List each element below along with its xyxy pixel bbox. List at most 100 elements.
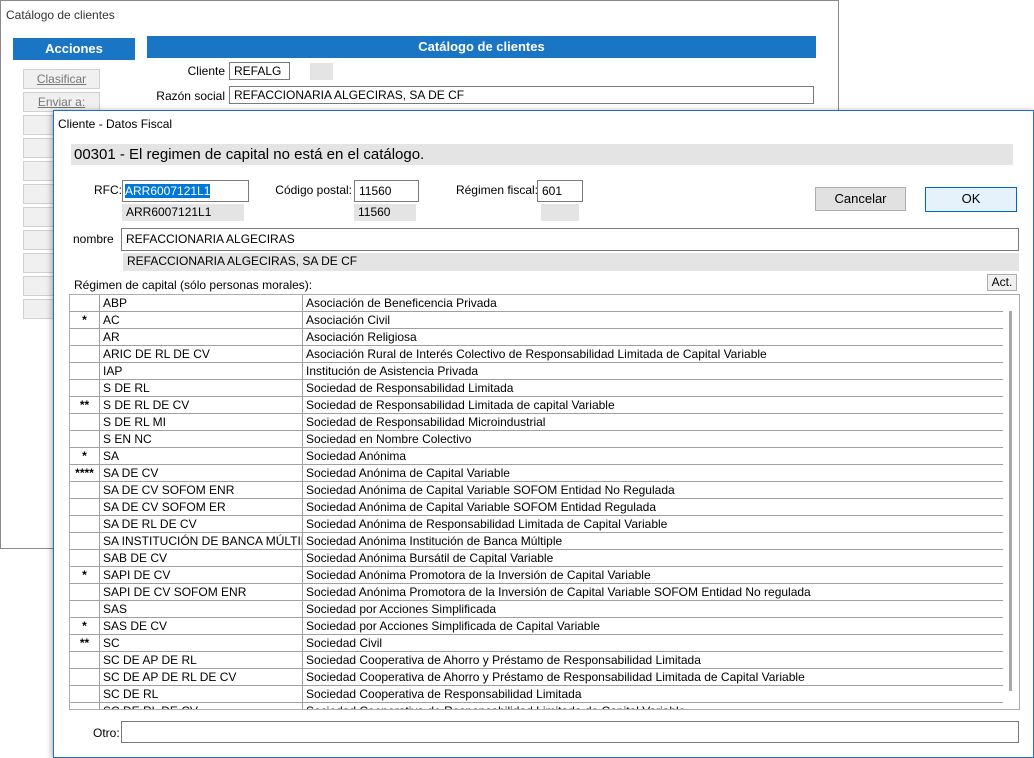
cancel-button[interactable]: Cancelar: [815, 187, 906, 211]
description-cell: Sociedad Anónima Bursátil de Capital Var…: [306, 551, 554, 565]
code-cell: SC: [100, 635, 303, 651]
table-row[interactable]: ARIC DE RL DE CV Asociación Rural de Inte…: [70, 346, 1004, 363]
table-row[interactable]: SA INSTITUCIÓN DE BANCA MÚLTIPLE Sociedad…: [70, 533, 1004, 550]
rfc-input[interactable]: ARR6007121L1: [122, 180, 249, 202]
regimen-fiscal-hint: [541, 204, 579, 221]
side-action-button[interactable]: Clasificar: [23, 69, 100, 89]
mark-cell: *: [70, 618, 100, 634]
code-cell: S DE RL MI: [100, 414, 303, 430]
mark-cell: [70, 295, 100, 311]
mark-cell: [70, 601, 100, 617]
mark-cell: [70, 652, 100, 668]
mark-cell: [70, 414, 100, 430]
description-cell: Institución de Asistencia Privada: [306, 364, 479, 378]
rfc-hint: ARR6007121L1: [122, 204, 244, 221]
table-row[interactable]: SAS Sociedad por Acciones Simplificada: [70, 601, 1004, 618]
description-cell: Sociedad de Responsabilidad Limitada de …: [306, 398, 615, 412]
code-cell: AC: [100, 312, 303, 328]
mark-cell: [70, 346, 100, 362]
mark-cell: [70, 363, 100, 379]
table-row[interactable]: SA DE RL DE CV Sociedad Anónima de Respon…: [70, 516, 1004, 533]
table-row[interactable]: IAP Institución de Asistencia Privada: [70, 363, 1004, 380]
table-row[interactable]: * SA Sociedad Anónima: [70, 448, 1004, 465]
table-row[interactable]: S EN NC Sociedad en Nombre Colectivo: [70, 431, 1004, 448]
otro-label: Otro:: [93, 726, 120, 740]
description-cell: Sociedad de Responsabilidad Microindustr…: [306, 415, 546, 429]
table-row[interactable]: SAB DE CV Sociedad Anónima Bursátil de Ca…: [70, 550, 1004, 567]
regimen-capital-label: Régimen de capital (sólo personas morale…: [74, 278, 313, 292]
table-row[interactable]: SC DE RL Sociedad Cooperativa de Responsa…: [70, 686, 1004, 703]
mark-cell: [70, 482, 100, 498]
description-cell: Sociedad Anónima: [306, 449, 407, 463]
description-cell: Sociedad Anónima de Capital Variable: [306, 466, 510, 480]
error-message: 00301 - El regimen de capital no está en…: [71, 144, 1013, 165]
code-cell: IAP: [100, 363, 303, 379]
table-scrollbar[interactable]: [1003, 295, 1019, 709]
nombre-hint: REFACCIONARIA ALGECIRAS, SA DE CF: [123, 253, 1019, 271]
razon-social-input[interactable]: REFACCIONARIA ALGECIRAS, SA DE CF: [229, 86, 814, 104]
mark-cell: *: [70, 567, 100, 583]
table-row[interactable]: SC DE AP DE RL DE CV Sociedad Cooperativa…: [70, 669, 1004, 686]
table-row[interactable]: AR Asociación Religiosa: [70, 329, 1004, 346]
actions-header: Acciones: [13, 38, 135, 60]
description-cell: Sociedad Anónima Institución de Banca Mú…: [306, 534, 563, 548]
act-button[interactable]: Act.: [987, 274, 1017, 291]
description-cell: Sociedad Anónima Promotora de la Inversi…: [306, 568, 651, 582]
table-row[interactable]: SAPI DE CV SOFOM ENR Sociedad Anónima Pro…: [70, 584, 1004, 601]
description-cell: Sociedad Anónima de Capital Variable SOF…: [306, 500, 656, 514]
table-row[interactable]: * SAPI DE CV Sociedad Anónima Promotora de…: [70, 567, 1004, 584]
razon-social-label: Razón social: [156, 89, 225, 103]
code-cell: ABP: [100, 295, 303, 311]
code-cell: SC DE RL DE CV: [100, 703, 303, 709]
cliente-input[interactable]: REFALG: [229, 62, 290, 80]
otro-input[interactable]: [121, 721, 1019, 743]
code-cell: SA DE RL DE CV: [100, 516, 303, 532]
main-header: Catálogo de clientes: [147, 36, 816, 58]
rfc-selected-text: ARR6007121L1: [125, 184, 211, 198]
mark-cell: **: [70, 397, 100, 413]
table-row[interactable]: ** S DE RL DE CV Sociedad de Responsabilid…: [70, 397, 1004, 414]
table-row[interactable]: * SAS DE CV Sociedad por Acciones Simplifi…: [70, 618, 1004, 635]
table-row[interactable]: ABP Asociación de Beneficencia Privada: [70, 295, 1004, 312]
table-row[interactable]: * AC Asociación Civil: [70, 312, 1004, 329]
code-cell: SA DE CV: [100, 465, 303, 481]
table-row[interactable]: **** SA DE CV Sociedad Anónima de Capital …: [70, 465, 1004, 482]
description-cell: Asociación de Beneficencia Privada: [306, 296, 497, 310]
code-cell: AR: [100, 329, 303, 345]
mark-cell: [70, 516, 100, 532]
codigo-postal-input[interactable]: 11560: [354, 180, 419, 202]
table-row[interactable]: ** SC Sociedad Civil: [70, 635, 1004, 652]
code-cell: SAPI DE CV: [100, 567, 303, 583]
table-row[interactable]: SC DE RL DE CVSociedad Cooperativa de Re…: [70, 703, 1004, 709]
code-cell: SC DE AP DE RL DE CV: [100, 669, 303, 685]
code-cell: S DE RL: [100, 380, 303, 396]
table-row[interactable]: S DE RL MI Sociedad de Responsabilidad Mi…: [70, 414, 1004, 431]
ok-button[interactable]: OK: [925, 187, 1017, 212]
nombre-input[interactable]: REFACCIONARIA ALGECIRAS: [121, 228, 1019, 251]
rfc-label: RFC:: [94, 183, 122, 197]
code-cell: ARIC DE RL DE CV: [100, 346, 303, 362]
table-row[interactable]: SA DE CV SOFOM ER Sociedad Anónima de Cap…: [70, 499, 1004, 516]
code-cell: SC DE RL: [100, 686, 303, 702]
table-row[interactable]: S DE RL Sociedad de Responsabilidad Limit…: [70, 380, 1004, 397]
regimen-fiscal-label: Régimen fiscal:: [455, 183, 538, 197]
window-title: Catálogo de clientes: [6, 8, 115, 22]
code-cell: SA: [100, 448, 303, 464]
scrollbar-thumb[interactable]: [1009, 311, 1012, 691]
table-row[interactable]: SA DE CV SOFOM ENR Sociedad Anónima de Ca…: [70, 482, 1004, 499]
table-row[interactable]: SC DE AP DE RL Sociedad Cooperativa de Ah…: [70, 652, 1004, 669]
code-cell: SA INSTITUCIÓN DE BANCA MÚLTIPLE: [100, 533, 303, 549]
description-cell: Sociedad Cooperativa de Responsabilidad …: [303, 703, 1004, 709]
datos-fiscal-dialog: Cliente - Datos Fiscal 00301 - El regime…: [53, 110, 1034, 758]
mark-cell: [70, 533, 100, 549]
mark-cell: [70, 499, 100, 515]
description-cell: Sociedad Cooperativa de Ahorro y Préstam…: [306, 653, 701, 667]
regimen-fiscal-input[interactable]: 601: [537, 180, 583, 202]
code-cell: SAPI DE CV SOFOM ENR: [100, 584, 303, 600]
cliente-lookup-button[interactable]: [310, 63, 333, 80]
mark-cell: [70, 686, 100, 702]
description-cell: Sociedad Cooperativa de Responsabilidad …: [306, 687, 582, 701]
regimen-capital-table: ABP Asociación de Beneficencia Privada * AC…: [69, 294, 1020, 710]
side-action-button[interactable]: Enviar a:: [23, 92, 100, 112]
description-cell: Sociedad de Responsabilidad Limitada: [306, 381, 514, 395]
